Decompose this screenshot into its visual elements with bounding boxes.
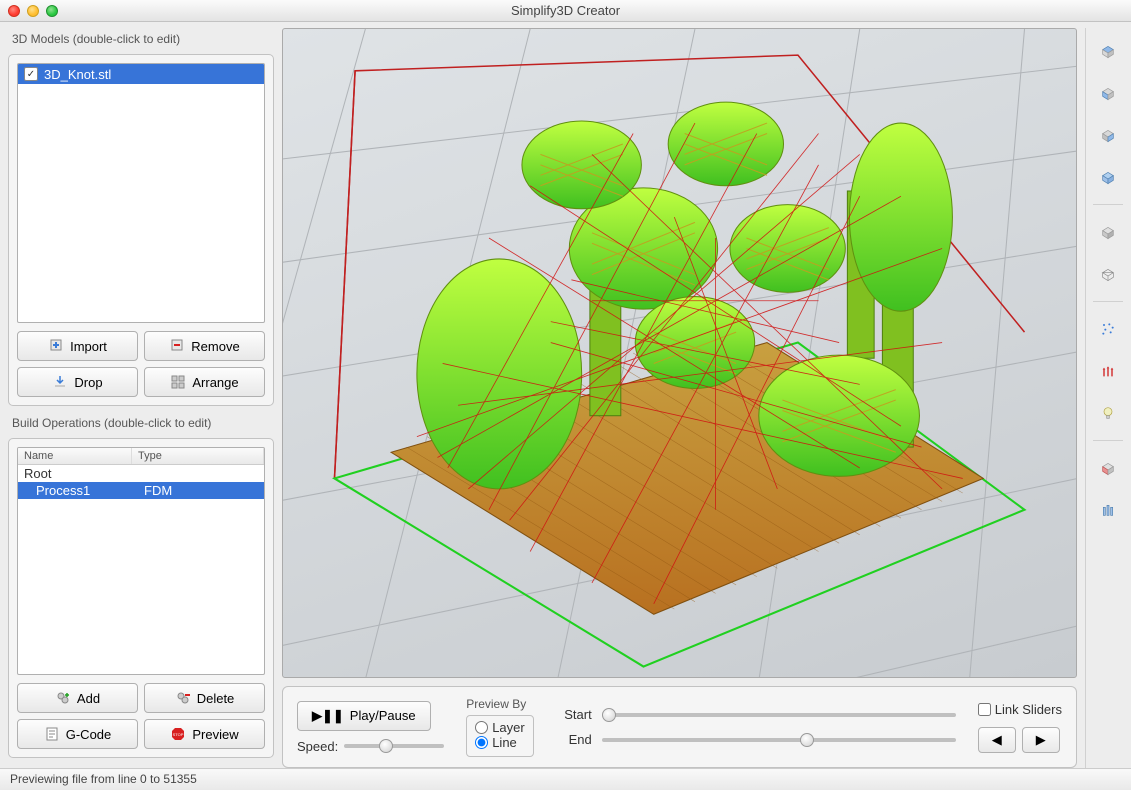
column-header-name[interactable]: Name [18,448,132,464]
points-view-button[interactable] [1089,310,1127,348]
lightbulb-icon [1100,405,1116,421]
svg-text:STOP: STOP [173,732,184,737]
import-button[interactable]: Import [17,331,138,361]
solid-view-button[interactable] [1089,213,1127,251]
cube-iso-icon [1100,169,1116,185]
delete-button[interactable]: Delete [144,683,265,713]
view-top-button[interactable] [1089,32,1127,70]
cube-top-icon [1100,43,1116,59]
normals-icon [1100,363,1116,379]
wireframe-view-button[interactable] [1089,255,1127,293]
3d-viewport[interactable] [282,28,1077,678]
arrange-icon [170,374,186,390]
remove-icon [169,338,185,354]
add-button[interactable]: Add [17,683,138,713]
step-forward-button[interactable]: ▶ [1022,727,1060,753]
gcode-button[interactable]: G-Code [17,719,138,749]
wireframe-cube-icon [1100,266,1116,282]
add-icon [55,690,71,706]
window-title: Simplify3D Creator [0,3,1131,18]
line-radio[interactable]: Line [475,735,525,750]
solid-cube-icon [1100,224,1116,240]
table-row[interactable]: Process1 FDM [18,482,264,499]
points-icon [1100,321,1116,337]
stop-icon: STOP [170,726,186,742]
titlebar: Simplify3D Creator [0,0,1131,22]
table-row[interactable]: Root [18,465,264,482]
status-text: Previewing file from line 0 to 51355 [10,772,197,786]
build-panel-label: Build Operations (double-click to edit) [12,416,272,430]
view-iso-button[interactable] [1089,158,1127,196]
column-header-type[interactable]: Type [132,448,264,464]
arrange-button[interactable]: Arrange [144,367,265,397]
view-side-button[interactable] [1089,116,1127,154]
speed-slider[interactable] [344,744,444,748]
drop-icon [52,374,68,390]
view-front-button[interactable] [1089,74,1127,112]
list-item-label: 3D_Knot.stl [44,67,111,82]
chevron-left-icon: ◀ [992,732,1002,748]
cube-side-icon [1100,127,1116,143]
step-back-button[interactable]: ◀ [978,727,1016,753]
preview-by-label: Preview By [466,697,534,711]
normals-button[interactable] [1089,352,1127,390]
play-pause-button[interactable]: ▶❚❚ Play/Pause [297,701,431,731]
view-toolbar [1085,28,1129,768]
drop-button[interactable]: Drop [17,367,138,397]
preview-controls: ▶❚❚ Play/Pause Speed: Preview By Layer [282,686,1077,768]
supports-icon [1100,502,1116,518]
start-label: Start [556,707,592,722]
checkbox-icon[interactable]: ✓ [24,67,38,81]
link-sliders-checkbox[interactable]: Link Sliders [978,702,1062,717]
models-list[interactable]: ✓ 3D_Knot.stl [17,63,265,323]
remove-button[interactable]: Remove [144,331,265,361]
speed-label: Speed: [297,739,338,754]
list-item[interactable]: ✓ 3D_Knot.stl [18,64,264,84]
cross-section-icon [1100,460,1116,476]
end-label: End [556,732,592,747]
cube-front-icon [1100,85,1116,101]
supports-button[interactable] [1089,491,1127,529]
build-operations-tree[interactable]: Name Type Root Process1 FDM [17,447,265,675]
play-pause-icon: ▶❚❚ [312,708,344,724]
cross-section-button[interactable] [1089,449,1127,487]
status-bar: Previewing file from line 0 to 51355 [0,768,1131,790]
end-slider[interactable] [602,738,956,742]
chevron-right-icon: ▶ [1036,732,1046,748]
layer-radio[interactable]: Layer [475,720,525,735]
start-slider[interactable] [602,713,956,717]
gcode-icon [44,726,60,742]
table-header: Name Type [18,448,264,465]
preview-button[interactable]: STOP Preview [144,719,265,749]
lighting-button[interactable] [1089,394,1127,432]
delete-icon [175,690,191,706]
import-icon [48,338,64,354]
models-panel-label: 3D Models (double-click to edit) [12,32,272,46]
